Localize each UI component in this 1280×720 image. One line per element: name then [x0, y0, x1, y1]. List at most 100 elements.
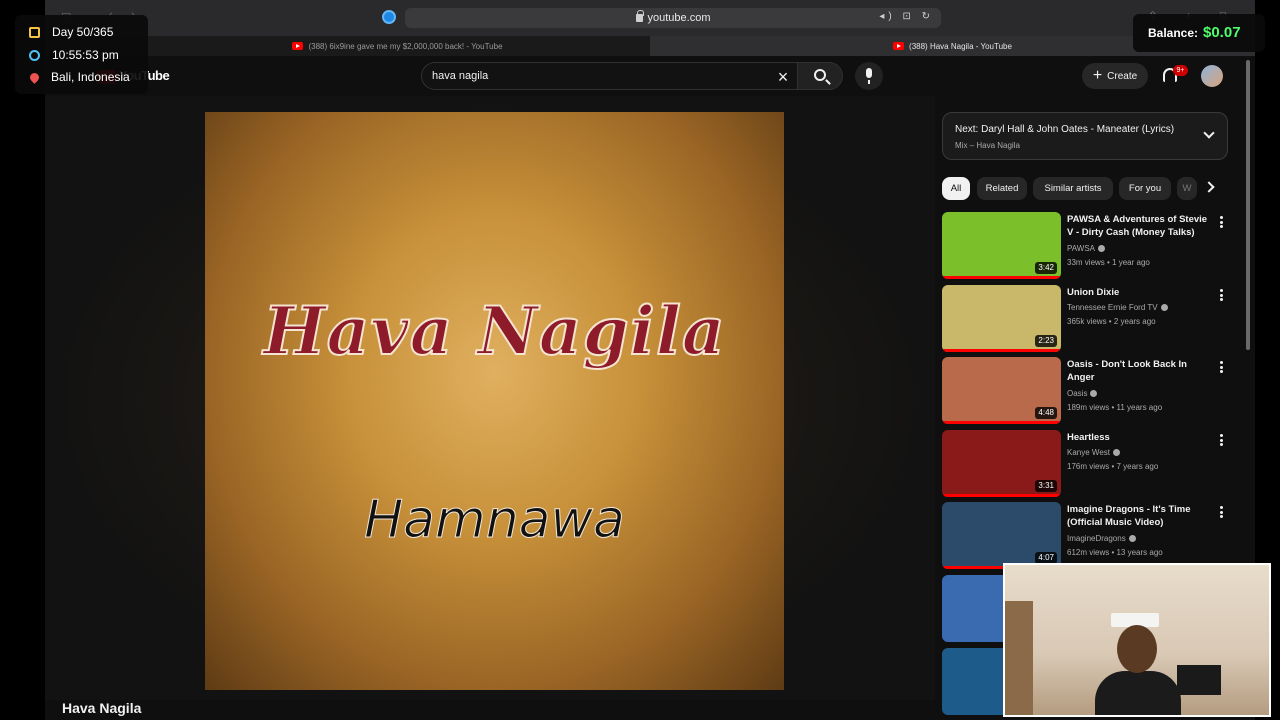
webcam-feed	[1003, 563, 1271, 717]
video-title[interactable]: Oasis - Don't Look Back In Anger	[1067, 358, 1212, 384]
lock-icon	[635, 10, 644, 22]
next-subtitle: Mix – Hava Nagila	[955, 141, 1020, 150]
webcam-streamer	[1095, 625, 1181, 715]
watched-progress-bar	[942, 349, 1061, 352]
streamer-head	[1117, 625, 1157, 673]
video-thumbnail[interactable]: 3:42	[942, 212, 1061, 279]
channel-name[interactable]: Tennessee Ernie Ford TV	[1067, 303, 1168, 312]
voice-search-button[interactable]	[855, 62, 883, 90]
more-options-icon[interactable]	[1220, 434, 1223, 446]
tab-label: (388) 6ix9ine gave me my $2,000,000 back…	[308, 41, 503, 51]
channel-name[interactable]: Oasis	[1067, 389, 1098, 398]
album-artist: Hamnawa	[364, 490, 626, 551]
clock-icon	[29, 49, 40, 61]
address-bar[interactable]: youtube.com ◂) ⊡ ↻	[405, 8, 941, 28]
search-button[interactable]	[797, 62, 843, 90]
list-item[interactable]: 4:07 Imagine Dragons - It's Time (Offici…	[942, 502, 1232, 570]
location: Bali, Indonesia	[28, 69, 130, 85]
search-icon	[814, 69, 826, 81]
video-meta: 33m views • 1 year ago	[1067, 258, 1150, 267]
verified-icon	[1090, 390, 1098, 398]
youtube-favicon-icon	[292, 42, 304, 50]
verified-icon	[1128, 535, 1136, 543]
album-cover: Hava Nagila Hamnawa	[205, 112, 784, 690]
location-pin-icon	[28, 70, 41, 84]
plus-icon: +	[1092, 67, 1103, 84]
microphone-icon	[866, 68, 872, 84]
channel-name[interactable]: PAWSA	[1067, 244, 1106, 253]
webcam-tv	[1177, 665, 1221, 695]
watched-progress-bar	[942, 421, 1061, 424]
clock-time: 10:55:53 pm	[29, 47, 119, 63]
video-thumbnail[interactable]: 4:07	[942, 502, 1061, 569]
balance-value: $0.07	[1203, 24, 1241, 41]
more-options-icon[interactable]	[1220, 506, 1223, 518]
stream-info-overlay: Day 50/365 10:55:53 pm Bali, Indonesia	[15, 15, 148, 94]
filter-chips: All Related Similar artists For you W	[942, 177, 1232, 201]
create-button[interactable]: + Create	[1082, 63, 1148, 89]
more-options-icon[interactable]	[1220, 361, 1223, 373]
video-meta: 365k views • 2 years ago	[1067, 317, 1156, 326]
tab-bar: (388) 6ix9ine gave me my $2,000,000 back…	[45, 36, 1255, 56]
more-options-icon[interactable]	[1220, 289, 1223, 301]
video-thumbnail[interactable]: 2:23	[942, 285, 1061, 352]
video-meta: 176m views • 7 years ago	[1067, 462, 1159, 471]
duration-badge: 3:42	[1035, 262, 1057, 274]
screen: ▭ ‹ › youtube.com ◂) ⊡ ↻ ⇪ + ⧉ (388) 6ix…	[0, 0, 1280, 720]
watched-progress-bar	[942, 494, 1061, 497]
duration-badge: 4:48	[1035, 407, 1057, 419]
duration-badge: 3:31	[1035, 480, 1057, 492]
balance-label: Balance:	[1148, 26, 1199, 40]
watched-progress-bar	[942, 276, 1061, 279]
video-title[interactable]: PAWSA & Adventures of Stevie V - Dirty C…	[1067, 213, 1212, 239]
chip-related[interactable]: Related	[977, 177, 1027, 200]
video-thumbnail[interactable]: 3:31	[942, 430, 1061, 497]
verified-icon	[1112, 449, 1120, 457]
browser-toolbar: ▭ ‹ › youtube.com ◂) ⊡ ↻ ⇪ + ⧉	[45, 0, 1255, 36]
youtube-header: YouTube hava nagila × + Create 9+	[45, 56, 1255, 96]
streamer-body	[1095, 671, 1181, 715]
chip-more[interactable]: W	[1177, 177, 1197, 200]
video-meta: 189m views • 11 years ago	[1067, 403, 1163, 412]
chevron-down-icon[interactable]	[1203, 127, 1215, 139]
avatar[interactable]	[1201, 65, 1223, 87]
calendar-icon	[29, 26, 40, 38]
chip-similar-artists[interactable]: Similar artists	[1033, 177, 1113, 200]
chip-for-you[interactable]: For you	[1119, 177, 1171, 200]
list-item[interactable]: 4:48 Oasis - Don't Look Back In Anger Oa…	[942, 357, 1232, 425]
album-title: Hava Nagila	[262, 291, 726, 371]
scrollbar[interactable]	[1246, 60, 1250, 350]
search-input[interactable]: hava nagila ×	[421, 62, 797, 90]
day-counter: Day 50/365	[29, 24, 113, 40]
verified-icon	[1098, 245, 1106, 253]
list-item[interactable]: 3:42 PAWSA & Adventures of Stevie V - Di…	[942, 212, 1232, 280]
create-label: Create	[1107, 70, 1138, 82]
video-player[interactable]: Hava Nagila Hamnawa Hava Nagila	[45, 96, 935, 716]
video-title[interactable]: Heartless	[1067, 431, 1212, 444]
video-title[interactable]: Imagine Dragons - It's Time (Official Mu…	[1067, 503, 1212, 529]
chevron-right-icon[interactable]	[1203, 181, 1215, 193]
channel-name[interactable]: Kanye West	[1067, 448, 1120, 457]
video-title: Hava Nagila	[62, 700, 142, 716]
verified-icon	[1160, 304, 1168, 312]
clear-search-icon[interactable]: ×	[773, 67, 793, 87]
channel-name[interactable]: ImagineDragons	[1067, 534, 1136, 543]
youtube-favicon-icon	[893, 42, 905, 50]
tab-6ix9ine[interactable]: (388) 6ix9ine gave me my $2,000,000 back…	[145, 36, 650, 56]
video-title[interactable]: Union Dixie	[1067, 286, 1212, 299]
up-next-panel[interactable]: Next: Daryl Hall & John Oates - Maneater…	[942, 112, 1228, 160]
tab-label: (388) Hava Nagila - YouTube	[909, 41, 1012, 51]
more-options-icon[interactable]	[1220, 216, 1223, 228]
balance-overlay: Balance: $0.07	[1133, 14, 1265, 52]
notification-badge: 9+	[1173, 65, 1188, 76]
site-settings-icon[interactable]	[382, 10, 396, 24]
list-item[interactable]: 3:31 Heartless Kanye West 176m views • 7…	[942, 430, 1232, 498]
url-text: youtube.com	[647, 12, 711, 24]
reload-icon[interactable]: ◂) ⊡ ↻	[879, 11, 934, 22]
video-thumbnail[interactable]: 4:48	[942, 357, 1061, 424]
duration-badge: 2:23	[1035, 335, 1057, 347]
next-title: Next: Daryl Hall & John Oates - Maneater…	[955, 124, 1175, 135]
chip-all[interactable]: All	[942, 177, 970, 200]
webcam-door	[1005, 601, 1033, 715]
list-item[interactable]: 2:23 Union Dixie Tennessee Ernie Ford TV…	[942, 285, 1232, 353]
